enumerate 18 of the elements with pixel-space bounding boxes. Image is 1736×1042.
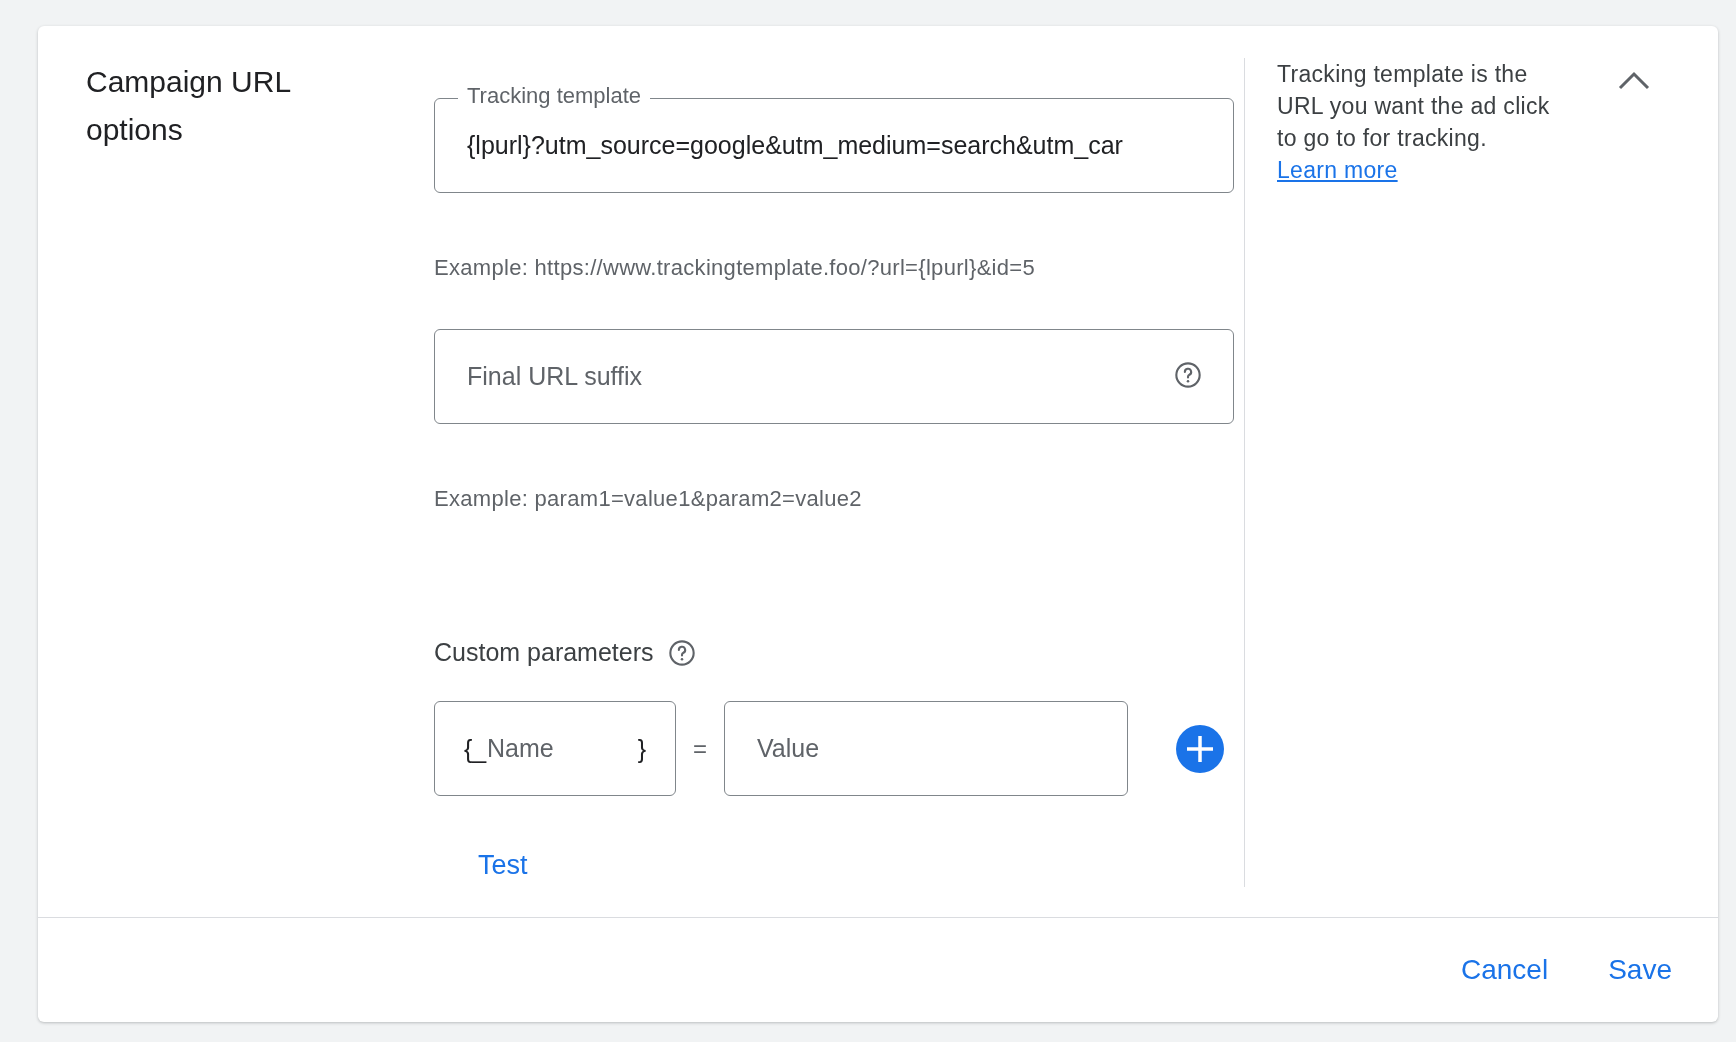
equals-sign: =: [692, 734, 708, 763]
example-text: Example: param1=value1&param2=value2: [434, 485, 863, 513]
learn-more-link[interactable]: Learn more: [1277, 157, 1398, 183]
help-text: Tracking template is the URL you want the ad click to go to for tracking. Learn more: [1277, 60, 1551, 185]
add-icon[interactable]: [1176, 724, 1224, 773]
footer-button[interactable]: Save: [1598, 948, 1682, 992]
test-button[interactable]: Test: [472, 846, 534, 885]
example-text: Example: https://www.trackingtemplate.foo/?url={lpurl}&id=5: [434, 254, 1036, 282]
collapse-icon[interactable]: [1617, 70, 1651, 90]
final-url-suffix-field[interactable]: Final URL suffix: [434, 329, 1234, 424]
brace-suffix: }: [637, 735, 646, 764]
section-title: Campaign URL options: [86, 64, 292, 148]
help-icon[interactable]: [667, 638, 696, 667]
parameter-value-field[interactable]: Value: [724, 701, 1128, 796]
help-icon[interactable]: [1174, 361, 1202, 389]
brace-prefix: {_: [464, 735, 487, 764]
footer-button[interactable]: Cancel: [1451, 948, 1559, 992]
custom-parameters-label: Custom parameters: [434, 638, 654, 667]
